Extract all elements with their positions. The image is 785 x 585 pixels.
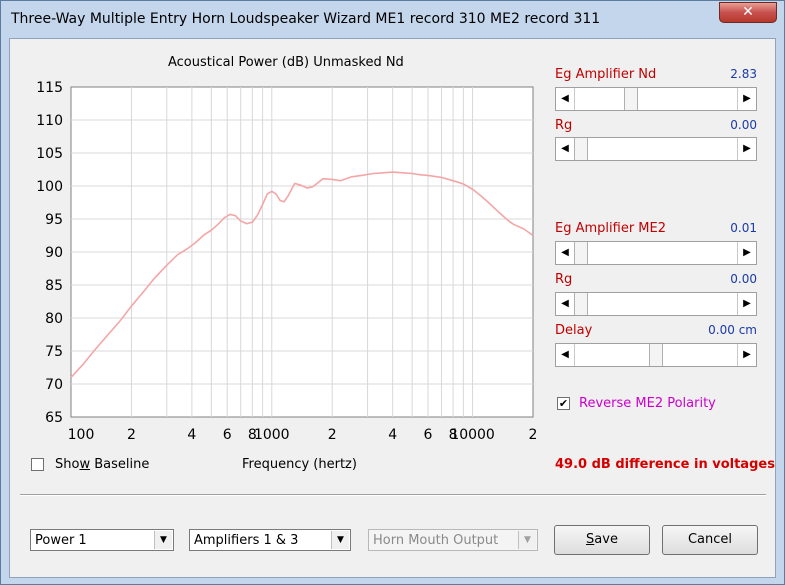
delay-value: 0.00 cm bbox=[708, 323, 757, 337]
x-tick-label: 2 bbox=[127, 427, 136, 443]
y-tick-label: 90 bbox=[45, 245, 63, 261]
scroll-left-arrow-icon[interactable]: ◀ bbox=[556, 242, 575, 264]
x-tick-label: 6 bbox=[223, 427, 232, 443]
x-tick-label: 1000 bbox=[254, 427, 290, 443]
slider-thumb[interactable] bbox=[574, 293, 588, 315]
amplifiers-select-value: Amplifiers 1 & 3 bbox=[194, 533, 299, 548]
scroll-right-arrow-icon[interactable]: ▶ bbox=[737, 242, 756, 264]
chevron-down-icon[interactable]: ▼ bbox=[154, 531, 172, 549]
x-tick-label: 100 bbox=[68, 427, 95, 443]
eg-amplifier-nd-value: 2.83 bbox=[730, 67, 757, 81]
delay-label: Delay bbox=[555, 323, 593, 338]
output-select: Horn Mouth Output ▼ bbox=[368, 529, 538, 551]
cancel-button[interactable]: Cancel bbox=[662, 525, 758, 555]
y-tick-label: 85 bbox=[45, 278, 63, 294]
chevron-down-icon[interactable]: ▼ bbox=[331, 531, 349, 549]
eg-amplifier-nd-label: Eg Amplifier Nd bbox=[555, 67, 657, 82]
power-select-value: Power 1 bbox=[35, 533, 87, 548]
y-tick-label: 75 bbox=[45, 344, 63, 360]
power-select[interactable]: Power 1 ▼ bbox=[30, 529, 174, 551]
delay-slider[interactable]: ◀ ▶ bbox=[555, 343, 757, 367]
chevron-down-icon: ▼ bbox=[518, 531, 536, 549]
voltage-difference-text: 49.0 dB difference in voltages bbox=[555, 457, 775, 472]
slider-thumb[interactable] bbox=[623, 88, 638, 110]
save-button[interactable]: Save bbox=[554, 525, 650, 555]
y-tick-label: 65 bbox=[45, 410, 63, 426]
x-tick-label: 4 bbox=[187, 427, 196, 443]
rg-me2-value: 0.00 bbox=[730, 272, 757, 286]
scroll-left-arrow-icon[interactable]: ◀ bbox=[556, 138, 575, 160]
scroll-left-arrow-icon[interactable]: ◀ bbox=[556, 293, 575, 315]
rg-slider[interactable]: ◀ ▶ bbox=[555, 137, 757, 161]
close-button[interactable]: ✕ bbox=[719, 2, 777, 23]
eg-amplifier-me2-value: 0.01 bbox=[730, 221, 757, 235]
y-tick-label: 105 bbox=[36, 146, 63, 162]
amplifiers-select[interactable]: Amplifiers 1 & 3 ▼ bbox=[189, 529, 351, 551]
show-baseline-checkbox[interactable] bbox=[31, 458, 44, 471]
eg-amplifier-nd-slider[interactable]: ◀ ▶ bbox=[555, 87, 757, 111]
reverse-polarity-label: Reverse ME2 Polarity bbox=[579, 396, 716, 411]
title-bar: Three-Way Multiple Entry Horn Loudspeake… bbox=[1, 1, 784, 37]
x-tick-label: 10000 bbox=[450, 427, 495, 443]
slider-thumb[interactable] bbox=[574, 242, 588, 264]
scroll-left-arrow-icon[interactable]: ◀ bbox=[556, 88, 575, 110]
scroll-right-arrow-icon[interactable]: ▶ bbox=[737, 344, 756, 366]
rg-label: Rg bbox=[555, 118, 573, 133]
rg-me2-slider[interactable]: ◀ ▶ bbox=[555, 292, 757, 316]
eg-amplifier-me2-slider[interactable]: ◀ ▶ bbox=[555, 241, 757, 265]
output-select-value: Horn Mouth Output bbox=[373, 533, 499, 548]
divider bbox=[20, 494, 766, 496]
y-tick-label: 80 bbox=[45, 311, 63, 327]
y-tick-label: 115 bbox=[36, 80, 63, 96]
y-tick-label: 70 bbox=[45, 377, 63, 393]
x-tick-label: 2 bbox=[328, 427, 337, 443]
scroll-left-arrow-icon[interactable]: ◀ bbox=[556, 344, 575, 366]
show-baseline-label: Show Baseline bbox=[55, 457, 150, 472]
y-tick-label: 100 bbox=[36, 179, 63, 195]
y-tick-label: 95 bbox=[45, 212, 63, 228]
eg-amplifier-me2-label: Eg Amplifier ME2 bbox=[555, 221, 666, 236]
rg-value: 0.00 bbox=[730, 118, 757, 132]
slider-thumb[interactable] bbox=[649, 344, 663, 366]
x-tick-label: 4 bbox=[388, 427, 397, 443]
x-axis-label: Frequency (hertz) bbox=[242, 457, 357, 472]
rg-me2-label: Rg bbox=[555, 272, 573, 287]
dialog-client-area: Acoustical Power (dB) Unmasked Nd 65 70 75… bbox=[9, 38, 776, 578]
frequency-response-chart: 65707580859095100105110115100 2 4 6 81000 2 4 6… bbox=[36, 80, 538, 443]
window-title: Three-Way Multiple Entry Horn Loudspeake… bbox=[11, 11, 601, 27]
y-tick-label: 110 bbox=[36, 113, 63, 129]
reverse-polarity-checkbox[interactable]: ✔ bbox=[557, 397, 570, 410]
x-tick-label: 2 bbox=[529, 427, 538, 443]
scroll-right-arrow-icon[interactable]: ▶ bbox=[737, 293, 756, 315]
wizard-window: Three-Way Multiple Entry Horn Loudspeake… bbox=[0, 0, 785, 585]
x-tick-label: 6 bbox=[424, 427, 433, 443]
scroll-right-arrow-icon[interactable]: ▶ bbox=[737, 88, 756, 110]
scroll-right-arrow-icon[interactable]: ▶ bbox=[737, 138, 756, 160]
slider-thumb[interactable] bbox=[574, 138, 588, 160]
